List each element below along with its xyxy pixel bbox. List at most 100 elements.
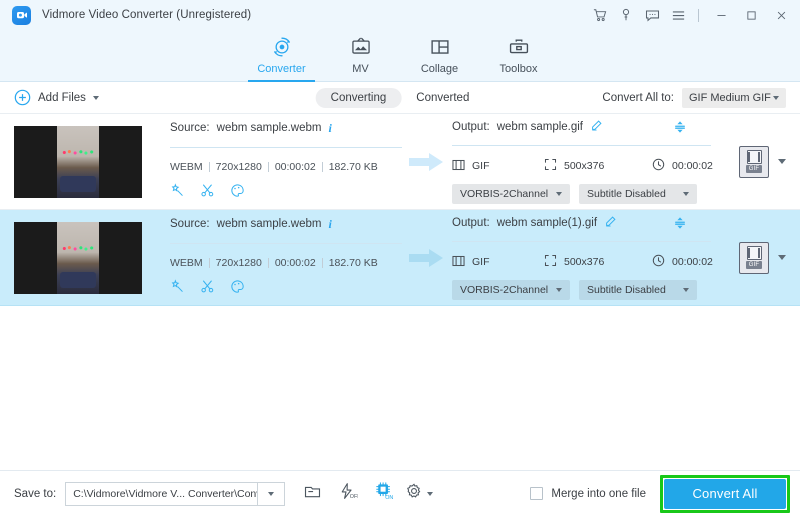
source-filename: webm sample.webm (217, 122, 322, 134)
output-resolution-spec: 500x376 (544, 254, 652, 270)
convert-all-button[interactable]: Convert All (664, 479, 786, 509)
maximize-icon[interactable] (736, 0, 766, 30)
add-files-button[interactable]: Add Files (14, 89, 99, 106)
convert-all-to-select[interactable]: GIF Medium GIF (682, 88, 786, 108)
convert-all-to-group: Convert All to: GIF Medium GIF (602, 88, 786, 108)
list-toolbar: Add Files Converting Converted Convert A… (0, 82, 800, 114)
subtitle-select[interactable]: Subtitle Disabled (579, 280, 697, 300)
chevron-down-icon[interactable] (427, 492, 433, 496)
video-thumbnail[interactable] (14, 222, 142, 294)
film-icon (452, 255, 465, 270)
output-filename: webm sample.gif (497, 121, 583, 133)
palette-icon[interactable] (230, 279, 245, 299)
format-badge: GIF (746, 261, 763, 269)
chevron-down-icon[interactable] (93, 96, 99, 100)
pencil-icon[interactable] (590, 119, 603, 135)
output-selects: VORBIS-2Channel Subtitle Disabled (452, 280, 725, 300)
output-header: Output: webm sample(1).gif (452, 215, 725, 231)
scissors-icon[interactable] (200, 279, 215, 299)
save-path-input[interactable]: C:\Vidmore\Vidmore V... Converter\Conver… (65, 482, 257, 506)
hardware-accel-toggle[interactable]: OFF (333, 479, 363, 509)
thumbnail-lights (60, 148, 96, 157)
feedback-icon[interactable] (639, 0, 665, 30)
output-header: Output: webm sample.gif (452, 119, 725, 135)
source-label: Source: (170, 122, 210, 134)
subtitle-value: Subtitle Disabled (587, 188, 666, 200)
gear-icon (405, 482, 423, 505)
tab-converting[interactable]: Converting (316, 88, 402, 108)
merge-checkbox[interactable] (530, 487, 543, 500)
output-selects: VORBIS-2Channel Subtitle Disabled (452, 184, 725, 204)
chevron-down-icon (268, 492, 274, 496)
format-preview-button[interactable]: GIF (739, 146, 769, 178)
save-path-dropdown[interactable] (257, 482, 285, 506)
video-thumbnail[interactable] (14, 126, 142, 198)
film-icon (452, 159, 465, 174)
table-row[interactable]: Source: webm sample.webm i WEBM 720x1280… (0, 114, 800, 210)
source-format: WEBM (170, 257, 209, 269)
clock-icon (652, 254, 665, 270)
film-strip-icon (747, 246, 762, 260)
chevron-down-icon[interactable] (778, 159, 786, 164)
thumbnail-sofa (60, 272, 96, 288)
output-resolution: 500x376 (564, 256, 604, 268)
magic-wand-icon[interactable] (170, 183, 185, 203)
bottom-bar: Save to: C:\Vidmore\Vidmore V... Convert… (0, 470, 800, 516)
resize-icon (544, 254, 557, 270)
format-preview-button[interactable]: GIF (739, 242, 769, 274)
subtitle-select[interactable]: Subtitle Disabled (579, 184, 697, 204)
info-icon[interactable]: i (328, 217, 331, 232)
merge-into-one-file-toggle[interactable]: Merge into one file (530, 487, 646, 500)
toolbox-icon (508, 34, 530, 60)
merge-label: Merge into one file (551, 488, 646, 500)
cart-icon[interactable] (587, 0, 613, 30)
tab-converter[interactable]: Converter (242, 30, 321, 82)
converter-icon (271, 34, 293, 60)
info-icon[interactable]: i (328, 121, 331, 136)
tab-toolbox[interactable]: Toolbox (479, 30, 558, 82)
output-format-group: GIF (739, 146, 786, 178)
chevron-down-icon (683, 192, 689, 196)
output-filename: webm sample(1).gif (497, 217, 597, 229)
cpu-on-icon: ON (374, 482, 394, 505)
tab-collage-label: Collage (421, 63, 458, 75)
output-specs: GIF 500x376 (452, 158, 725, 174)
settings-button[interactable] (405, 482, 433, 505)
pencil-icon[interactable] (604, 215, 617, 231)
scissors-icon[interactable] (200, 183, 215, 203)
menu-icon[interactable] (665, 0, 691, 30)
key-icon[interactable] (613, 0, 639, 30)
table-row[interactable]: Source: webm sample.webm i WEBM 720x1280… (0, 210, 800, 306)
tab-converted[interactable]: Converted (401, 88, 484, 108)
close-icon[interactable] (766, 0, 796, 30)
magic-wand-icon[interactable] (170, 279, 185, 299)
output-title: Output: webm sample(1).gif (452, 215, 617, 231)
move-updown-icon[interactable] (673, 216, 687, 230)
palette-icon[interactable] (230, 183, 245, 203)
convert-arrow-icon (408, 152, 446, 172)
output-duration: 00:00:02 (672, 256, 713, 268)
output-format-spec: GIF (452, 159, 544, 174)
tab-toolbox-label: Toolbox (500, 63, 538, 75)
divider (452, 241, 711, 242)
output-label: Output: (452, 121, 490, 133)
source-info: Source: webm sample.webm i WEBM 720x1280… (170, 121, 402, 203)
folder-icon (304, 483, 321, 504)
move-updown-icon[interactable] (673, 120, 687, 134)
divider (170, 243, 402, 244)
app-window: Vidmore Video Converter (Unregistered) (0, 0, 800, 516)
open-folder-button[interactable] (297, 479, 327, 509)
audio-track-select[interactable]: VORBIS-2Channel (452, 280, 570, 300)
chevron-down-icon[interactable] (778, 255, 786, 260)
output-format-spec: GIF (452, 255, 544, 270)
tab-mv[interactable]: MV (321, 30, 400, 82)
output-duration-spec: 00:00:02 (652, 254, 713, 270)
tab-collage[interactable]: Collage (400, 30, 479, 82)
output-resolution-spec: 500x376 (544, 158, 652, 174)
titlebar-divider (698, 9, 699, 22)
format-badge: GIF (746, 165, 763, 173)
audio-track-select[interactable]: VORBIS-2Channel (452, 184, 570, 204)
gpu-accel-toggle[interactable]: ON (369, 479, 399, 509)
window-title: Vidmore Video Converter (Unregistered) (42, 9, 251, 21)
minimize-icon[interactable] (706, 0, 736, 30)
